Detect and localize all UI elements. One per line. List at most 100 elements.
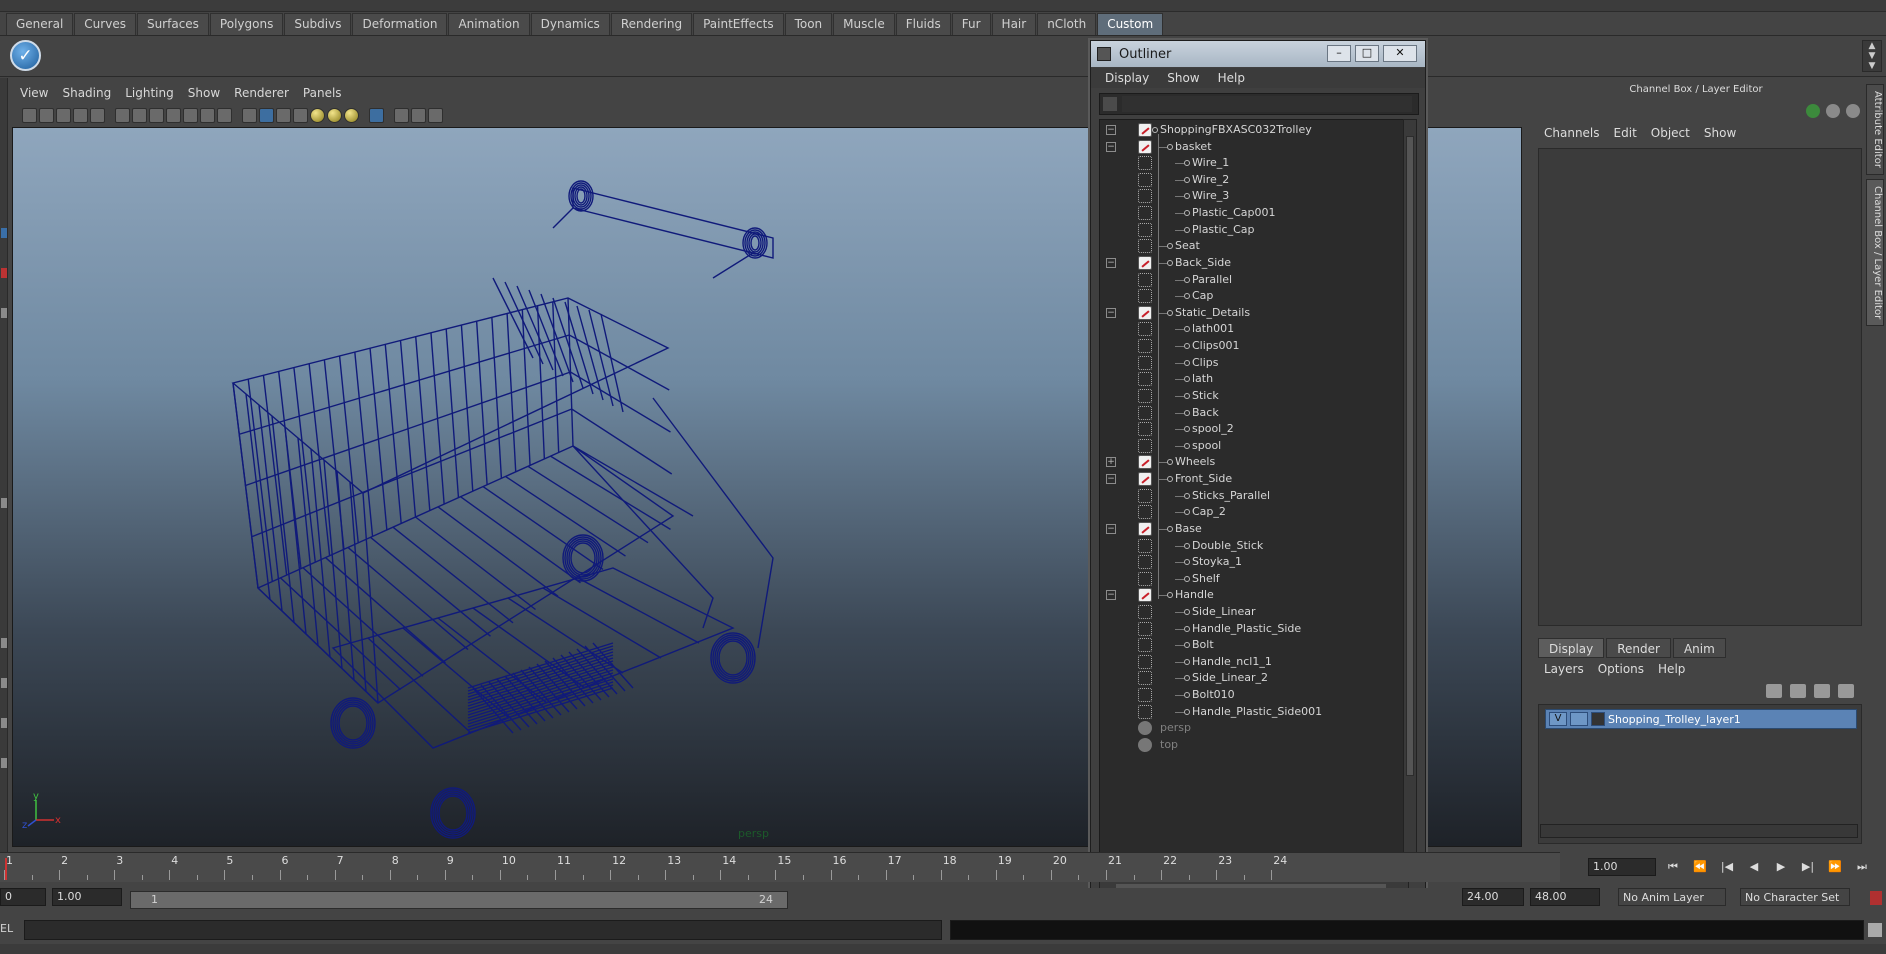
shelf-tab-muscle[interactable]: Muscle — [833, 13, 895, 35]
tool-layout-icon[interactable] — [1, 718, 7, 728]
layer-editor-toggle-icon[interactable] — [1826, 104, 1840, 118]
shelf-tab-curves[interactable]: Curves — [74, 13, 136, 35]
viewport-menu-renderer[interactable]: Renderer — [234, 86, 289, 100]
shelf-tab-polygons[interactable]: Polygons — [209, 13, 284, 35]
start-time-field[interactable]: 0 — [0, 888, 46, 906]
outliner-item[interactable]: − Base — [1100, 521, 1408, 538]
collapse-icon[interactable]: − — [1106, 474, 1116, 485]
outliner-menu-help[interactable]: Help — [1218, 71, 1245, 85]
outliner-item[interactable]: Shelf — [1100, 571, 1408, 588]
outliner-item[interactable]: Clips001 — [1100, 338, 1408, 355]
select-camera-icon[interactable] — [22, 107, 37, 123]
step-back-frame-icon[interactable]: |◀ — [1716, 858, 1738, 876]
outliner-item[interactable]: spool_2 — [1100, 421, 1408, 438]
wireframe-on-shaded-icon[interactable] — [276, 107, 291, 123]
wireframe-icon[interactable] — [242, 107, 257, 123]
channel-box-menu-object[interactable]: Object — [1651, 126, 1690, 144]
channel-box-menu-edit[interactable]: Edit — [1614, 126, 1637, 144]
layer-visibility-toggle[interactable]: V — [1549, 712, 1567, 726]
play-forward-icon[interactable]: ▶ — [1770, 858, 1792, 876]
time-slider[interactable]: 1 2 3 4 5 6 7 8 9 10 11 12 13 14 15 16 17 18 19 20 21 22 23 24 — [0, 852, 1560, 882]
shelf-scroll-arrows[interactable]: ▲ ▼ ▼ — [1862, 40, 1882, 72]
outliner-item[interactable]: lath001 — [1100, 321, 1408, 338]
maximize-button[interactable]: □ — [1355, 45, 1379, 62]
layer-menu-options[interactable]: Options — [1598, 662, 1644, 676]
shelf-tab-custom[interactable]: Custom — [1097, 13, 1164, 35]
shelf-tab-painteffects[interactable]: PaintEffects — [693, 13, 784, 35]
current-time-marker[interactable] — [5, 858, 7, 880]
tool-rotate-icon[interactable] — [1, 308, 7, 318]
textured-icon[interactable] — [293, 107, 308, 123]
outliner-item[interactable]: Bolt — [1100, 637, 1408, 654]
outliner-item[interactable]: Parallel — [1100, 272, 1408, 289]
tool-move-icon[interactable] — [1, 268, 7, 278]
viewport-menu-shading[interactable]: Shading — [62, 86, 111, 100]
xray-icon[interactable] — [369, 107, 384, 123]
outliner-item[interactable]: Cap_2 — [1100, 504, 1408, 521]
resolution-gate-icon[interactable] — [132, 107, 147, 123]
outliner-item[interactable]: Sticks_Parallel — [1100, 488, 1408, 505]
collapse-icon[interactable]: − — [1106, 523, 1116, 534]
viewport-menu-lighting[interactable]: Lighting — [125, 86, 174, 100]
collapse-icon[interactable]: − — [1106, 141, 1116, 152]
shelf-tab-ncloth[interactable]: nCloth — [1037, 13, 1097, 35]
outliner-item[interactable]: Wire_2 — [1100, 172, 1408, 189]
outliner-menu-display[interactable]: Display — [1105, 71, 1149, 85]
shelf-tab-animation[interactable]: Animation — [448, 13, 530, 35]
frame-all-icon[interactable] — [411, 107, 426, 123]
high-quality-icon[interactable] — [344, 107, 359, 123]
layer-color-swatch[interactable] — [1591, 712, 1605, 726]
tool-layout-icon[interactable] — [1, 638, 7, 648]
outliner-item[interactable]: Side_Linear_2 — [1100, 670, 1408, 687]
outliner-item[interactable]: − Back_Side — [1100, 255, 1408, 272]
command-input[interactable] — [24, 920, 942, 940]
outliner-item[interactable]: Wire_3 — [1100, 188, 1408, 205]
step-forward-key-icon[interactable]: ⏩ — [1824, 858, 1846, 876]
command-language-label[interactable]: EL — [0, 922, 13, 935]
outliner-item[interactable]: Wire_1 — [1100, 155, 1408, 172]
range-slider[interactable]: 1 24 — [130, 891, 788, 909]
outliner-item[interactable]: Double_Stick — [1100, 538, 1408, 555]
step-forward-frame-icon[interactable]: ▶| — [1797, 858, 1819, 876]
outliner-item[interactable]: Plastic_Cap001 — [1100, 205, 1408, 222]
new-layer-from-selection-icon[interactable] — [1838, 684, 1854, 698]
anim-layer-dropdown[interactable]: No Anim Layer — [1618, 888, 1726, 906]
collapse-icon[interactable]: − — [1106, 307, 1116, 318]
layer-menu-help[interactable]: Help — [1658, 662, 1685, 676]
gate-mask-icon[interactable] — [149, 107, 164, 123]
max-end-field[interactable]: 48.00 — [1530, 888, 1600, 906]
outliner-item[interactable]: − ShoppingFBXASC032Trolley — [1100, 122, 1408, 139]
outliner-item[interactable]: Bolt010 — [1100, 687, 1408, 704]
outliner-item[interactable]: persp — [1100, 720, 1408, 737]
new-empty-layer-icon[interactable] — [1814, 684, 1830, 698]
outliner-item[interactable]: Seat — [1100, 238, 1408, 255]
filter-options-icon[interactable] — [1103, 97, 1117, 111]
safe-action-icon[interactable] — [183, 107, 198, 123]
outliner-item[interactable]: Handle_Plastic_Side — [1100, 621, 1408, 638]
outliner-item[interactable]: top — [1100, 737, 1408, 754]
collapse-icon[interactable]: − — [1106, 257, 1116, 268]
current-frame-field[interactable]: 1.00 — [1588, 858, 1656, 876]
outliner-filter-input[interactable] — [1122, 96, 1412, 112]
character-set-dropdown[interactable]: No Character Set — [1740, 888, 1850, 906]
outliner-title-bar[interactable]: Outliner – □ ✕ — [1091, 41, 1425, 67]
shelf-tab-fur[interactable]: Fur — [951, 13, 991, 35]
play-backward-icon[interactable]: ◀ — [1743, 858, 1765, 876]
custom-shelf-check-icon[interactable]: ✓ — [10, 40, 41, 71]
tool-scale-icon[interactable] — [1, 498, 7, 508]
isolate-select-icon[interactable] — [394, 107, 409, 123]
outliner-item[interactable]: Handle_Plastic_Side001 — [1100, 704, 1408, 721]
lights-icon[interactable] — [310, 107, 325, 123]
outliner-item[interactable]: Plastic_Cap — [1100, 222, 1408, 239]
layer-list-scrollbar[interactable] — [1540, 824, 1858, 838]
shelf-tab-hair[interactable]: Hair — [991, 13, 1037, 35]
layer-display-type-toggle[interactable] — [1570, 712, 1588, 726]
move-layer-up-icon[interactable] — [1766, 684, 1782, 698]
viewport-menu-view[interactable]: View — [20, 86, 48, 100]
outliner-item[interactable]: spool — [1100, 438, 1408, 455]
outliner-item[interactable]: Stick — [1100, 388, 1408, 405]
preferences-icon[interactable] — [1870, 891, 1882, 905]
grid-icon[interactable] — [90, 107, 105, 123]
outliner-menu-show[interactable]: Show — [1167, 71, 1199, 85]
shadows-icon[interactable] — [327, 107, 342, 123]
